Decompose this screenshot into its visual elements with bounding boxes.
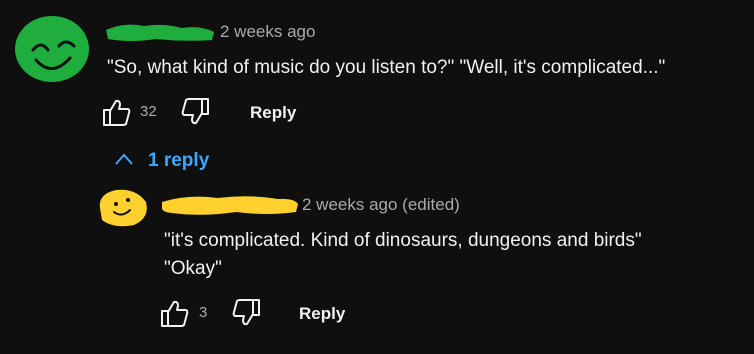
- comment-text: "So, what kind of music do you listen to…: [107, 57, 666, 78]
- replies-toggle[interactable]: 1 reply: [114, 150, 209, 172]
- reply-button[interactable]: Reply: [250, 103, 296, 123]
- reply-username-redaction: [162, 196, 298, 215]
- thumbs-down-icon[interactable]: [180, 97, 210, 127]
- reply-author-avatar[interactable]: [94, 188, 150, 228]
- replies-toggle-label: 1 reply: [148, 150, 210, 171]
- reply-text-line1: "it's complicated. Kind of dinosaurs, du…: [164, 230, 642, 251]
- chevron-up-icon: [114, 150, 134, 172]
- thumbs-down-icon[interactable]: [231, 298, 261, 328]
- reply-like-count: 3: [199, 304, 208, 321]
- thumbs-up-icon[interactable]: [160, 298, 190, 328]
- commenter-avatar[interactable]: [14, 16, 90, 82]
- reply-text-line2: "Okay": [164, 258, 222, 279]
- username-redaction: [106, 24, 214, 41]
- thumbs-up-icon[interactable]: [102, 97, 132, 127]
- reply-timestamp[interactable]: 2 weeks ago (edited): [302, 195, 460, 215]
- reply-reply-button[interactable]: Reply: [299, 304, 345, 324]
- comment-timestamp[interactable]: 2 weeks ago: [220, 22, 315, 42]
- like-count: 32: [140, 103, 157, 120]
